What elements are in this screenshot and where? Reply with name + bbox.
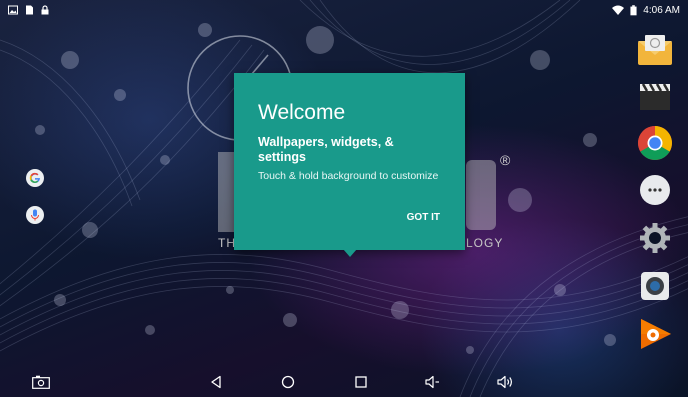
- settings-app-icon[interactable]: [635, 218, 675, 258]
- welcome-dialog-pointer: [343, 249, 357, 257]
- wallpaper-brand-right: LOGY: [466, 236, 504, 250]
- gear-icon: [640, 223, 670, 253]
- video-app-icon[interactable]: [635, 76, 675, 116]
- lock-icon: [41, 5, 49, 15]
- welcome-subtitle: Wallpapers, widgets, & settings: [258, 135, 394, 164]
- play-music-logo-icon: [641, 319, 671, 349]
- welcome-dialog: Welcome Wallpapers, widgets, & settings …: [234, 73, 465, 250]
- battery-icon: [630, 4, 637, 15]
- volume-down-button[interactable]: [424, 373, 442, 391]
- got-it-button[interactable]: GOT IT: [407, 212, 440, 223]
- welcome-title: Welcome: [258, 101, 346, 124]
- google-g-icon: [29, 172, 40, 183]
- email-envelope-icon: [638, 35, 672, 65]
- app-drawer-icon[interactable]: [635, 170, 675, 210]
- back-button[interactable]: [207, 373, 225, 391]
- google-search-icon[interactable]: [26, 169, 44, 187]
- back-icon: [211, 375, 221, 389]
- side-shortcuts: [26, 169, 44, 224]
- camera-lens-icon: [641, 272, 669, 300]
- volume-down-icon: [425, 375, 439, 389]
- recents-button[interactable]: [352, 373, 370, 391]
- sd-card-icon: [26, 5, 33, 15]
- status-time: 4:06 AM: [643, 4, 680, 16]
- wifi-icon: [612, 5, 625, 15]
- navigation-bar: [0, 365, 688, 397]
- email-app-icon[interactable]: [635, 30, 675, 70]
- screenshot-camera-icon: [32, 375, 50, 389]
- clapperboard-icon: [640, 83, 670, 110]
- home-icon: [281, 375, 295, 389]
- camera-app-icon[interactable]: [635, 266, 675, 306]
- welcome-body: Touch & hold background to customize: [258, 170, 439, 182]
- gallery-icon: [8, 5, 18, 15]
- volume-up-icon: [497, 375, 512, 389]
- play-music-app-icon[interactable]: [635, 314, 675, 354]
- home-button[interactable]: [279, 373, 297, 391]
- chrome-logo-icon: [638, 126, 672, 160]
- chrome-app-icon[interactable]: [635, 123, 675, 163]
- status-bar: 4:06 AM: [0, 0, 688, 20]
- volume-up-button[interactable]: [497, 373, 515, 391]
- all-apps-dots-icon: [640, 175, 670, 205]
- screenshot-icon[interactable]: [32, 373, 50, 391]
- microphone-icon: [31, 209, 39, 221]
- voice-search-icon[interactable]: [26, 206, 44, 224]
- wallpaper-registered-mark: ®: [500, 152, 511, 168]
- status-notifications: [8, 5, 50, 15]
- recents-icon: [355, 376, 367, 388]
- status-system: 4:06 AM: [612, 5, 680, 16]
